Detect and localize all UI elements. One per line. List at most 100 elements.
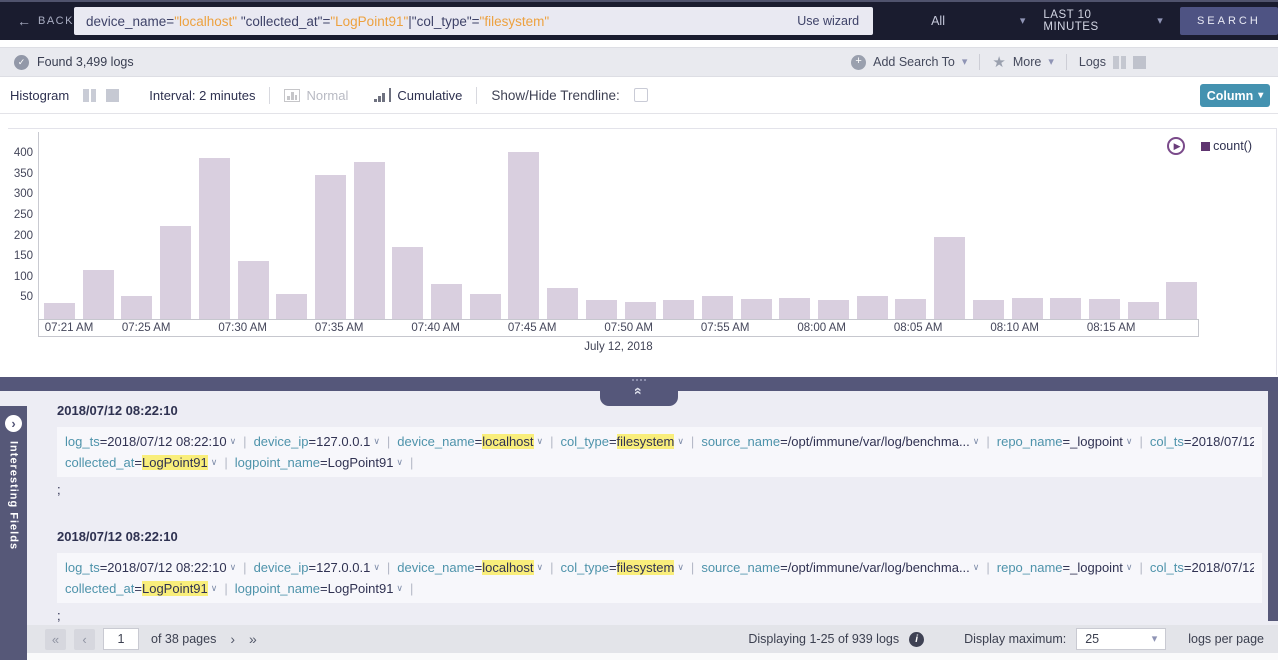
x-axis-tick-label: 08:15 AM xyxy=(1087,322,1136,334)
histogram-bar[interactable] xyxy=(354,162,385,319)
back-button[interactable]: ← BACK xyxy=(0,14,74,28)
histogram-bar[interactable] xyxy=(895,299,926,319)
field-dropdown-icon[interactable]: ∨ xyxy=(230,436,237,446)
histogram-bar[interactable] xyxy=(199,158,230,319)
trendline-checkbox[interactable] xyxy=(634,88,648,102)
legend-swatch xyxy=(1201,142,1210,151)
field-dropdown-icon[interactable]: ∨ xyxy=(230,562,237,572)
column-dropdown-button[interactable]: Column ▾ xyxy=(1200,84,1270,107)
field-dropdown-icon[interactable]: ∨ xyxy=(677,436,684,446)
log-field-collected_at[interactable]: collected_at=LogPoint91∨ xyxy=(65,455,217,470)
histogram-bar[interactable] xyxy=(1128,302,1159,319)
field-dropdown-icon[interactable]: ∨ xyxy=(396,457,403,467)
histogram-split-toggle-icon[interactable] xyxy=(83,89,96,102)
top-nav: ← BACK device_name="localhost" "collecte… xyxy=(0,0,1278,40)
histogram-bar[interactable] xyxy=(702,296,733,319)
histogram-bar[interactable] xyxy=(121,296,152,319)
field-dropdown-icon[interactable]: ∨ xyxy=(396,583,403,593)
histogram-bar[interactable] xyxy=(741,299,772,319)
histogram-bar[interactable] xyxy=(83,270,114,320)
histogram-bar[interactable] xyxy=(431,284,462,319)
field-dropdown-icon[interactable]: ∨ xyxy=(373,562,380,572)
log-field-collected_at[interactable]: collected_at=LogPoint91∨ xyxy=(65,581,217,596)
log-field-logpoint_name[interactable]: logpoint_name=LogPoint91∨ xyxy=(235,581,403,596)
scope-dropdown[interactable]: All ▾ xyxy=(931,14,1025,28)
search-button[interactable]: SEARCH xyxy=(1180,7,1278,35)
display-maximum-select[interactable]: 25 ▾ xyxy=(1076,628,1166,650)
log-field-device_name[interactable]: device_name=localhost∨ xyxy=(397,560,543,575)
first-page-button[interactable]: « xyxy=(45,629,66,650)
histogram-bar[interactable] xyxy=(276,294,307,319)
histogram-bar[interactable] xyxy=(315,175,346,319)
histogram-bar[interactable] xyxy=(1089,299,1120,319)
log-field-col_type[interactable]: col_type=filesystem∨ xyxy=(561,434,684,449)
x-axis-tick-label: 08:10 AM xyxy=(990,322,1039,334)
log-field-repo_name[interactable]: repo_name=_logpoint∨ xyxy=(997,434,1133,449)
histogram-bar[interactable] xyxy=(160,226,191,319)
field-dropdown-icon[interactable]: ∨ xyxy=(677,562,684,572)
histogram-bar[interactable] xyxy=(625,302,656,319)
field-dropdown-icon[interactable]: ∨ xyxy=(211,583,218,593)
histogram-bar[interactable] xyxy=(818,300,849,319)
field-dropdown-icon[interactable]: ∨ xyxy=(211,457,218,467)
log-field-log_ts[interactable]: log_ts=2018/07/12 08:22:10∨ xyxy=(65,434,236,449)
log-field-col_ts[interactable]: col_ts=2018/07/12 08:22:10∨ xyxy=(1150,560,1254,575)
field-dropdown-icon[interactable]: ∨ xyxy=(537,562,544,572)
bottom-strip xyxy=(0,653,1278,660)
histogram-bar[interactable] xyxy=(779,298,810,319)
normal-mode-button[interactable]: Normal xyxy=(306,88,348,103)
log-field-device_ip[interactable]: device_ip=127.0.0.1∨ xyxy=(254,434,380,449)
histogram-bar[interactable] xyxy=(934,237,965,320)
field-dropdown-icon[interactable]: ∨ xyxy=(373,436,380,446)
interesting-fields-panel[interactable]: › Interesting Fields xyxy=(0,406,27,660)
histogram-bar[interactable] xyxy=(1050,298,1081,319)
histogram-bar[interactable] xyxy=(508,152,539,319)
histogram-bar[interactable] xyxy=(547,288,578,319)
x-axis-tick-label: 07:30 AM xyxy=(218,322,267,334)
full-view-toggle-icon[interactable] xyxy=(1133,56,1146,69)
histogram-bar[interactable] xyxy=(238,261,269,319)
page-number-input[interactable] xyxy=(103,628,139,650)
field-dropdown-icon[interactable]: ∨ xyxy=(973,436,980,446)
prev-page-button[interactable]: ‹ xyxy=(74,629,95,650)
histogram-bar[interactable] xyxy=(470,294,501,319)
last-page-button[interactable]: » xyxy=(249,631,257,647)
field-dropdown-icon[interactable]: ∨ xyxy=(1126,562,1133,572)
log-field-log_ts[interactable]: log_ts=2018/07/12 08:22:10∨ xyxy=(65,560,236,575)
collapse-histogram-button[interactable]: « xyxy=(600,377,678,406)
add-search-to-button[interactable]: + Add Search To ▾ xyxy=(851,55,967,70)
log-field-source_name[interactable]: source_name=/opt/immune/var/log/benchma.… xyxy=(701,434,979,449)
scrollbar[interactable] xyxy=(1268,391,1278,621)
log-field-repo_name[interactable]: repo_name=_logpoint∨ xyxy=(997,560,1133,575)
info-icon[interactable]: i xyxy=(909,632,924,647)
time-range-dropdown[interactable]: LAST 10 MINUTES ▾ xyxy=(1043,9,1162,33)
histogram-bar[interactable] xyxy=(857,296,888,319)
histogram-full-toggle-icon[interactable] xyxy=(106,89,119,102)
log-field-device_ip[interactable]: device_ip=127.0.0.1∨ xyxy=(254,560,380,575)
field-dropdown-icon[interactable]: ∨ xyxy=(1126,436,1133,446)
histogram-bar[interactable] xyxy=(392,247,423,319)
histogram-bar[interactable] xyxy=(586,300,617,319)
log-field-device_name[interactable]: device_name=localhost∨ xyxy=(397,434,543,449)
log-field-col_type[interactable]: col_type=filesystem∨ xyxy=(561,560,684,575)
log-field-source_name[interactable]: source_name=/opt/immune/var/log/benchma.… xyxy=(701,560,979,575)
histogram-bar[interactable] xyxy=(973,300,1004,319)
search-query-input[interactable]: device_name="localhost" "collected_at"="… xyxy=(74,7,873,35)
use-wizard-link[interactable]: Use wizard xyxy=(797,14,861,28)
field-separator: | xyxy=(1140,560,1143,575)
cumulative-mode-button[interactable]: Cumulative xyxy=(397,88,462,103)
histogram-bar[interactable] xyxy=(1166,282,1197,319)
more-button[interactable]: ★ More ▾ xyxy=(992,55,1053,70)
log-field-logpoint_name[interactable]: logpoint_name=LogPoint91∨ xyxy=(235,455,403,470)
y-axis-tick-label: 200 xyxy=(0,230,33,242)
star-icon: ★ xyxy=(992,55,1005,70)
log-field-col_ts[interactable]: col_ts=2018/07/12 08:22:10∨ xyxy=(1150,434,1254,449)
histogram-bar[interactable] xyxy=(44,303,75,320)
histogram-bar[interactable] xyxy=(1012,298,1043,319)
field-dropdown-icon[interactable]: ∨ xyxy=(973,562,980,572)
next-page-button[interactable]: › xyxy=(230,631,235,647)
scope-dropdown-value: All xyxy=(931,14,945,28)
field-dropdown-icon[interactable]: ∨ xyxy=(537,436,544,446)
split-view-toggle-icon[interactable] xyxy=(1113,56,1126,69)
histogram-bar[interactable] xyxy=(663,300,694,319)
